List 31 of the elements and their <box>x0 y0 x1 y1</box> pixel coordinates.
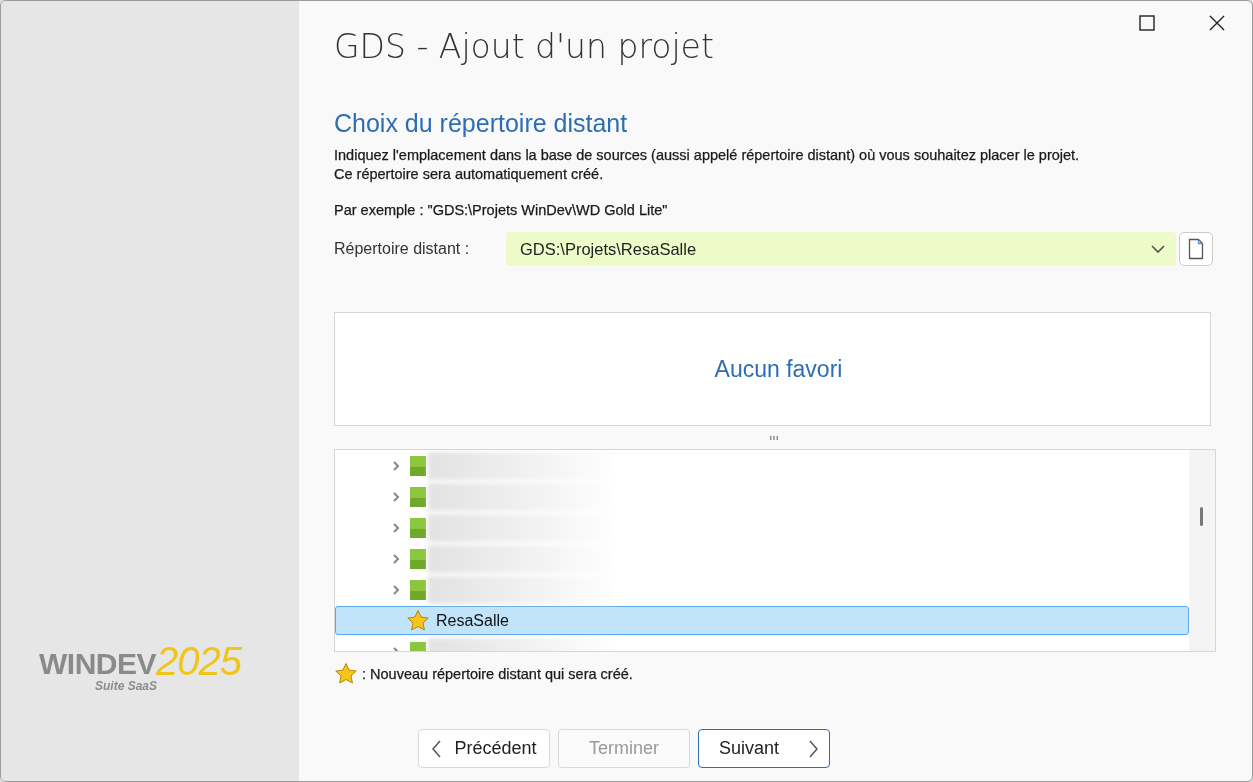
chevron-right-icon <box>808 739 819 758</box>
project-folder-icon <box>410 579 426 600</box>
close-icon[interactable] <box>1209 15 1225 31</box>
scrollbar[interactable] <box>1189 450 1215 651</box>
description-text: Indiquez l'emplacement dans la base de sources (aussi appelé répertoire distant) où vous souhaitez placer le projet. <box>334 146 1080 165</box>
section-heading: Choix du répertoire distant <box>334 108 628 138</box>
project-folder-icon <box>410 486 426 507</box>
scrollbar-thumb[interactable] <box>1200 507 1203 526</box>
document-icon <box>1188 238 1204 260</box>
logo-edition: Suite SaaS <box>95 679 158 693</box>
legend-text: : Nouveau répertoire distant qui sera créé. <box>362 664 633 684</box>
project-folder-icon <box>410 455 426 476</box>
empty-message: Aucun favori <box>714 355 843 383</box>
splitter-grip-icon[interactable] <box>770 435 778 440</box>
logo-version: 2025 <box>156 643 241 679</box>
logo-brand: WINDEV <box>39 649 156 679</box>
window-title: GDS - Ajout d'un projet <box>334 26 714 68</box>
project-folder-icon <box>410 548 426 569</box>
tree-item[interactable]: ResaSalle <box>335 606 1189 635</box>
star-icon <box>334 662 358 686</box>
wizard-button[interactable]: Précédent <box>418 729 550 768</box>
remote-directory-combo[interactable]: GDS:\Projets\ResaSalle <box>506 232 1176 266</box>
project-folder-icon <box>410 517 426 538</box>
browse-button[interactable] <box>1179 232 1213 266</box>
maximize-icon[interactable] <box>1139 15 1155 31</box>
description-text: Ce répertoire sera automatiquement créé. <box>334 165 604 184</box>
example-text: Par exemple : "GDS:\Projets WinDev\WD Gold Lite" <box>334 201 668 220</box>
field-label: Répertoire distant : <box>334 240 471 258</box>
chevron-left-icon <box>431 739 443 758</box>
star-icon <box>406 608 430 633</box>
wizard-button[interactable]: Suivant <box>698 729 830 768</box>
